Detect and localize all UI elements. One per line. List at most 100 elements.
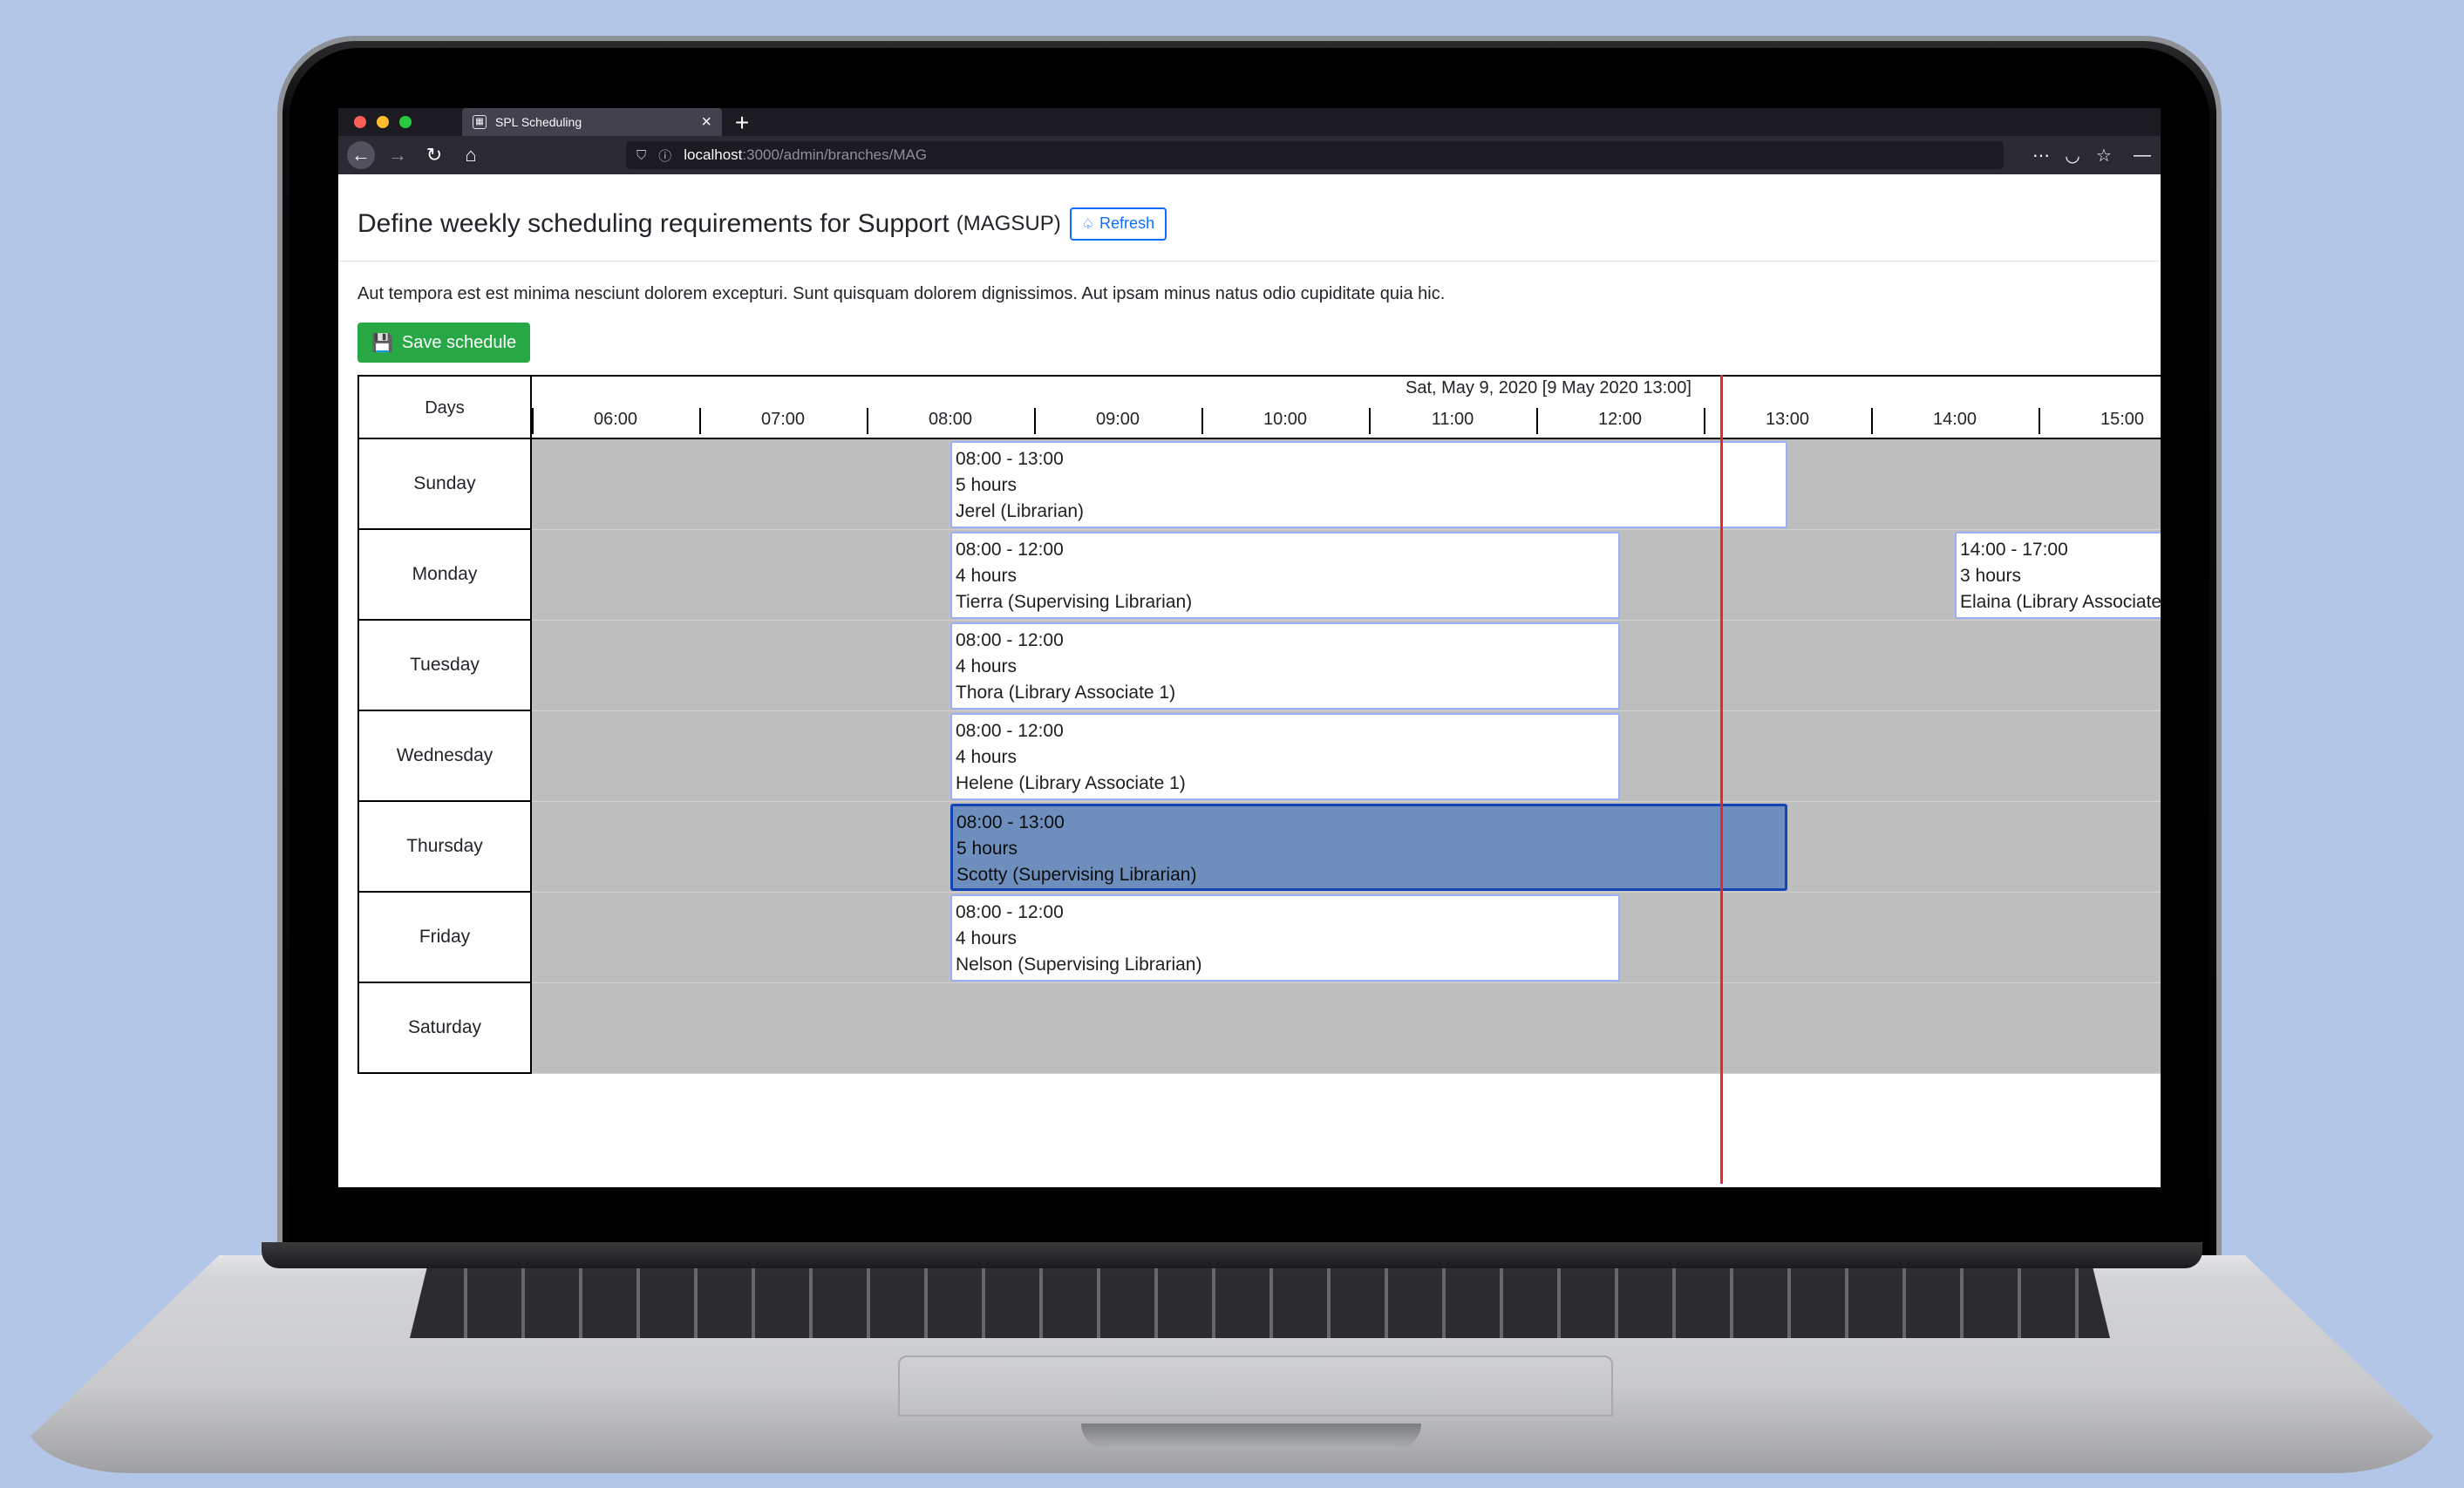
shift-hours: 4 hours bbox=[956, 566, 1018, 586]
maximize-window-button[interactable] bbox=[399, 116, 412, 128]
nav-bar: ← → ↻ ⌂ ⛉ ⓘ localhost:3000/admin/branche… bbox=[338, 136, 2161, 174]
browser-tab[interactable]: ▦ SPL Scheduling × bbox=[462, 108, 722, 136]
day-track[interactable]: 08:00 - 12:00 4 hours Helene (Library Asso… bbox=[532, 711, 2161, 802]
shift-item[interactable]: 08:00 - 12:00 4 hours Helene (Library Asso… bbox=[950, 713, 1620, 800]
day-label: Saturday bbox=[357, 983, 532, 1074]
day-label: Thursday bbox=[357, 802, 532, 893]
shift-hours: 5 hours bbox=[956, 839, 1018, 859]
schedule-timeline: Days Sat, May 9, 2020 [9 May 2020 13:00]… bbox=[357, 375, 2161, 1184]
app-content: Define weekly scheduling requirements fo… bbox=[338, 187, 2161, 1187]
shift-person: Jerel (Librarian) bbox=[956, 501, 1085, 521]
shift-item[interactable]: 08:00 - 12:00 4 hours Tierra (Supervising … bbox=[950, 532, 1620, 619]
day-label: Sunday bbox=[357, 439, 532, 530]
shift-item[interactable]: 14:00 - 17:00 3 hours Elaina (Library Asso… bbox=[1955, 532, 2161, 619]
current-time-line bbox=[1720, 375, 1723, 1184]
shift-item[interactable]: 08:00 - 12:00 4 hours Thora (Library Assoc… bbox=[950, 622, 1620, 710]
reload-icon[interactable]: ↻ bbox=[420, 141, 448, 169]
laptop-trackpad bbox=[898, 1356, 1613, 1417]
save-label: Save schedule bbox=[401, 332, 517, 352]
shift-time: 08:00 - 13:00 bbox=[956, 812, 1065, 832]
calendar-icon: ▦ bbox=[473, 115, 487, 129]
day-row-tuesday: Tuesday 08:00 - 12:00 4 hours Thora (Librar… bbox=[357, 621, 2161, 711]
star-icon[interactable]: ☆ bbox=[2091, 141, 2117, 169]
shift-person: Thora (Library Associate 1) bbox=[956, 683, 1176, 703]
forward-arrow-icon[interactable]: → bbox=[384, 141, 412, 169]
url-host: localhost bbox=[684, 146, 743, 163]
shift-time: 08:00 - 12:00 bbox=[956, 630, 1064, 650]
day-row-monday: Monday 08:00 - 12:00 4 hours Tierra (Superv… bbox=[357, 530, 2161, 621]
day-track[interactable]: 08:00 - 12:00 4 hours Thora (Library Assoc… bbox=[532, 621, 2161, 711]
refresh-label: Refresh bbox=[1099, 214, 1155, 232]
new-tab-icon[interactable]: + bbox=[729, 109, 755, 137]
shift-item[interactable]: 08:00 - 13:00 5 hours Jerel (Librarian) bbox=[950, 441, 1787, 528]
hour-label: 15:00 bbox=[2100, 410, 2145, 429]
day-label: Monday bbox=[357, 530, 532, 621]
url-path: :3000/admin/branches/MAG bbox=[742, 146, 928, 163]
shift-person: Tierra (Supervising Librarian) bbox=[956, 592, 1193, 612]
day-row-sunday: Sunday 08:00 - 13:00 5 hours Jerel (Librari… bbox=[357, 439, 2161, 530]
days-header: Days bbox=[357, 377, 532, 439]
tab-title: SPL Scheduling bbox=[495, 115, 582, 129]
shift-person: Scotty (Supervising Librarian) bbox=[956, 865, 1197, 885]
laptop-keyboard bbox=[410, 1268, 2110, 1338]
hour-label: 10:00 bbox=[1263, 410, 1308, 429]
timeline-header: Days Sat, May 9, 2020 [9 May 2020 13:00]… bbox=[357, 375, 2161, 439]
hour-label: 09:00 bbox=[1095, 410, 1140, 429]
home-icon[interactable]: ⌂ bbox=[457, 141, 485, 169]
shift-person: Nelson (Supervising Librarian) bbox=[956, 955, 1202, 975]
day-row-wednesday: Wednesday 08:00 - 12:00 4 hours Helene (Lib… bbox=[357, 711, 2161, 802]
laptop-notch bbox=[1081, 1423, 1421, 1450]
hour-label: 12:00 bbox=[1597, 410, 1643, 429]
hour-label: 08:00 bbox=[928, 410, 973, 429]
day-track[interactable]: 08:00 - 13:00 5 hours Scotty (Supervising … bbox=[532, 802, 2161, 893]
bell-outline-icon: ♤ bbox=[1081, 216, 1095, 232]
page-header: Define weekly scheduling requirements fo… bbox=[338, 187, 2161, 262]
save-schedule-button[interactable]: 💾 Save schedule bbox=[357, 323, 531, 363]
close-tab-icon[interactable]: × bbox=[701, 112, 711, 132]
close-window-button[interactable] bbox=[354, 116, 366, 128]
hour-label: 13:00 bbox=[1765, 410, 1810, 429]
day-row-friday: Friday 08:00 - 12:00 4 hours Nelson (Superv… bbox=[357, 893, 2161, 983]
url-bar[interactable]: ⛉ ⓘ localhost:3000/admin/branches/MAG bbox=[626, 141, 2004, 169]
shift-hours: 4 hours bbox=[956, 656, 1018, 676]
pocket-icon[interactable]: ◡ bbox=[2059, 141, 2086, 169]
hour-label: 07:00 bbox=[760, 410, 806, 429]
day-row-thursday: Thursday 08:00 - 13:00 5 hours Scotty (Supe… bbox=[357, 802, 2161, 893]
info-icon[interactable]: ⓘ bbox=[658, 146, 671, 165]
day-track[interactable]: 08:00 - 12:00 4 hours Tierra (Supervising … bbox=[532, 530, 2161, 621]
refresh-button[interactable]: ♤ Refresh bbox=[1069, 207, 1167, 241]
shift-hours: 4 hours bbox=[956, 747, 1018, 767]
shift-hours: 4 hours bbox=[956, 928, 1018, 948]
shift-person: Elaina (Library Associate 1) bbox=[1960, 592, 2161, 612]
shift-time: 08:00 - 13:00 bbox=[956, 449, 1064, 469]
shift-hours: 3 hours bbox=[1960, 566, 2022, 586]
floppy-disk-icon: 💾 bbox=[371, 333, 393, 353]
shift-hours: 5 hours bbox=[956, 475, 1018, 495]
description-text: Aut tempora est est minima nesciunt dolo… bbox=[357, 284, 1446, 303]
day-label: Wednesday bbox=[357, 711, 532, 802]
shift-item[interactable]: 08:00 - 13:00 5 hours Scotty (Supervising … bbox=[950, 804, 1787, 891]
shift-time: 08:00 - 12:00 bbox=[956, 902, 1064, 922]
day-track[interactable] bbox=[532, 983, 2161, 1074]
day-row-saturday: Saturday bbox=[357, 983, 2161, 1074]
branch-code: (MAGSUP) bbox=[956, 211, 1061, 235]
shift-time: 08:00 - 12:00 bbox=[956, 540, 1064, 560]
hour-label: 14:00 bbox=[1932, 410, 1977, 429]
tab-strip: ▦ SPL Scheduling × + bbox=[338, 108, 2161, 136]
date-label: Sat, May 9, 2020 [9 May 2020 13:00] bbox=[1406, 378, 1691, 397]
laptop-hinge bbox=[262, 1242, 2202, 1268]
back-arrow-icon[interactable]: ← bbox=[347, 141, 375, 169]
shift-time: 14:00 - 17:00 bbox=[1960, 540, 2068, 560]
shift-time: 08:00 - 12:00 bbox=[956, 721, 1064, 741]
more-icon[interactable]: ⋯ bbox=[2028, 141, 2054, 169]
minimize-window-button[interactable] bbox=[377, 116, 389, 128]
page-title: Define weekly scheduling requirements fo… bbox=[357, 208, 950, 238]
shift-item[interactable]: 08:00 - 12:00 4 hours Nelson (Supervising … bbox=[950, 894, 1620, 982]
day-track[interactable]: 08:00 - 12:00 4 hours Nelson (Supervising … bbox=[532, 893, 2161, 983]
browser-window: ▦ SPL Scheduling × + ← → ↻ ⌂ ⛉ ⓘ localho… bbox=[338, 108, 2161, 1187]
day-label: Friday bbox=[357, 893, 532, 983]
hour-label: 06:00 bbox=[593, 410, 638, 429]
day-track[interactable]: 08:00 - 13:00 5 hours Jerel (Librarian) bbox=[532, 439, 2161, 530]
minimize-icon[interactable]: — bbox=[2129, 141, 2155, 169]
shield-icon[interactable]: ⛉ bbox=[636, 148, 646, 163]
